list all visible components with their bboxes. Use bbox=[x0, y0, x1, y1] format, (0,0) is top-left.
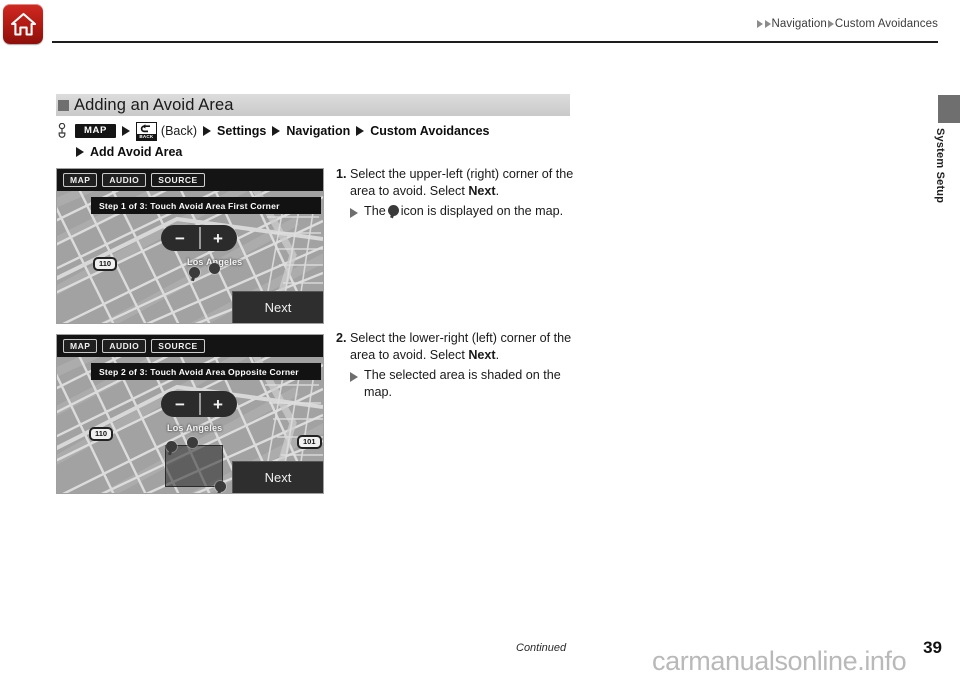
side-tab-label: System Setup bbox=[934, 128, 946, 204]
zoom-control[interactable]: − + bbox=[161, 391, 237, 417]
header-rule bbox=[52, 41, 938, 43]
note-arrow-icon bbox=[350, 207, 358, 218]
menu-path: MAP BACK (Back) Settings Navigation Cust… bbox=[56, 121, 656, 161]
next-button[interactable]: Next bbox=[232, 291, 323, 323]
path-item-custom-avoidances[interactable]: Custom Avoidances bbox=[370, 124, 489, 138]
breadcrumb-item-navigation[interactable]: Navigation bbox=[772, 18, 827, 30]
city-label: Los Angeles bbox=[167, 423, 223, 433]
menu-path-row-1: MAP BACK (Back) Settings Navigation Cust… bbox=[56, 121, 656, 141]
step-text: Select the upper-left (right) corner of … bbox=[350, 166, 586, 201]
highway-badge: 110 bbox=[93, 257, 118, 272]
zoom-out-button[interactable]: − bbox=[161, 230, 199, 247]
hand-pointer-icon bbox=[58, 122, 66, 138]
map-pin-icon bbox=[387, 204, 399, 216]
back-key-label: BACK bbox=[136, 133, 156, 140]
map-pin-first-corner[interactable] bbox=[189, 267, 200, 278]
square-bullet-icon bbox=[58, 99, 69, 111]
toolbar-audio-button[interactable]: AUDIO bbox=[102, 338, 147, 354]
step-text-part2: . bbox=[495, 184, 500, 199]
path-item-add-avoid-area[interactable]: Add Avoid Area bbox=[90, 145, 182, 159]
nav-toolbar: MAP AUDIO SOURCE bbox=[57, 169, 323, 191]
zoom-in-button[interactable]: + bbox=[199, 396, 237, 413]
map-area[interactable]: Step 2 of 3: Touch Avoid Area Opposite C… bbox=[57, 357, 323, 493]
home-icon[interactable] bbox=[3, 4, 43, 44]
step-2-screenshot: MAP AUDIO SOURCE Step 2 of 3: Touch Avoi… bbox=[56, 334, 324, 494]
instruction-step-2: 2. Select the lower-right (left) corner … bbox=[336, 330, 586, 402]
zoom-divider bbox=[199, 227, 201, 249]
path-arrow-4-icon bbox=[356, 126, 365, 136]
path-item-navigation[interactable]: Navigation bbox=[286, 124, 350, 138]
note-arrow-icon bbox=[350, 371, 358, 382]
step-banner: Step 2 of 3: Touch Avoid Area Opposite C… bbox=[91, 363, 321, 380]
path-item-settings[interactable]: Settings bbox=[217, 124, 266, 138]
step-text: Select the lower-right (left) corner of … bbox=[350, 330, 586, 365]
breadcrumb-arrow-2-icon bbox=[764, 20, 771, 28]
path-arrow-5-icon bbox=[76, 147, 84, 157]
step-number: 2. bbox=[336, 331, 347, 345]
instruction-lead: 1. Select the upper-left (right) corner … bbox=[336, 166, 586, 201]
breadcrumb: Navigation Custom Avoidances bbox=[756, 18, 938, 30]
step-1-screenshot: MAP AUDIO SOURCE Step 1 of 3: Touch Avoi… bbox=[56, 168, 324, 324]
map-pin-secondary[interactable] bbox=[187, 437, 198, 448]
map-key-button[interactable]: MAP bbox=[75, 124, 116, 138]
continued-label: Continued bbox=[516, 642, 567, 654]
toolbar-map-button[interactable]: MAP bbox=[63, 172, 98, 188]
map-pin-opposite-corner[interactable] bbox=[215, 481, 226, 492]
step-text-bold: Next bbox=[468, 348, 496, 363]
path-arrow-2-icon bbox=[203, 126, 212, 136]
map-pin-secondary[interactable] bbox=[209, 263, 220, 274]
back-text: (Back) bbox=[160, 124, 198, 138]
path-arrow-3-icon bbox=[272, 126, 281, 136]
step-banner: Step 1 of 3: Touch Avoid Area First Corn… bbox=[91, 197, 321, 214]
toolbar-source-button[interactable]: SOURCE bbox=[151, 338, 205, 354]
instruction-lead: 2. Select the lower-right (left) corner … bbox=[336, 330, 586, 365]
note-text: The icon is displayed on the map. bbox=[364, 203, 563, 220]
next-button[interactable]: Next bbox=[232, 461, 323, 493]
section-title-bar: Adding an Avoid Area bbox=[56, 94, 570, 116]
zoom-out-button[interactable]: − bbox=[161, 396, 199, 413]
note-text: The selected area is shaded on the map. bbox=[364, 367, 561, 400]
step-text-part1: Select the upper-left (right) corner of … bbox=[350, 167, 574, 199]
map-area[interactable]: Step 1 of 3: Touch Avoid Area First Corn… bbox=[57, 191, 323, 323]
step-text-bold: Next bbox=[468, 184, 496, 199]
breadcrumb-arrow-1-icon bbox=[756, 20, 763, 28]
zoom-control[interactable]: − + bbox=[161, 225, 237, 251]
step-text-part1: Select the lower-right (left) corner of … bbox=[350, 331, 572, 363]
map-pin-first-corner[interactable] bbox=[166, 441, 177, 452]
nav-toolbar: MAP AUDIO SOURCE bbox=[57, 335, 323, 357]
highway-badge-secondary: 101 bbox=[297, 435, 322, 450]
step-number: 1. bbox=[336, 167, 347, 181]
back-arrow-icon bbox=[140, 123, 150, 132]
note-text-part1: The bbox=[364, 203, 386, 218]
step-text-part2: . bbox=[495, 348, 500, 363]
page-number: 39 bbox=[923, 638, 942, 657]
highway-badge: 110 bbox=[89, 427, 114, 442]
path-arrow-1-icon bbox=[121, 126, 130, 136]
toolbar-source-button[interactable]: SOURCE bbox=[151, 172, 205, 188]
instruction-step-1: 1. Select the upper-left (right) corner … bbox=[336, 166, 586, 220]
breadcrumb-item-custom-avoidances[interactable]: Custom Avoidances bbox=[835, 18, 938, 30]
side-tab-marker bbox=[938, 95, 960, 123]
menu-path-row-2: Add Avoid Area bbox=[56, 143, 656, 161]
toolbar-audio-button[interactable]: AUDIO bbox=[102, 172, 147, 188]
instruction-note: The selected area is shaded on the map. bbox=[336, 367, 586, 402]
zoom-divider bbox=[199, 393, 201, 415]
instruction-note: The icon is displayed on the map. bbox=[336, 203, 586, 220]
toolbar-map-button[interactable]: MAP bbox=[63, 338, 98, 354]
breadcrumb-arrow-3-icon bbox=[827, 20, 834, 28]
back-key-button[interactable]: BACK bbox=[135, 121, 157, 141]
note-text-part2: icon is displayed on the map. bbox=[400, 203, 564, 218]
page-title: Adding an Avoid Area bbox=[74, 95, 234, 114]
manual-page: Navigation Custom Avoidances System Setu… bbox=[0, 0, 960, 678]
watermark: carmanualsonline.info bbox=[652, 646, 907, 676]
zoom-in-button[interactable]: + bbox=[199, 230, 237, 247]
